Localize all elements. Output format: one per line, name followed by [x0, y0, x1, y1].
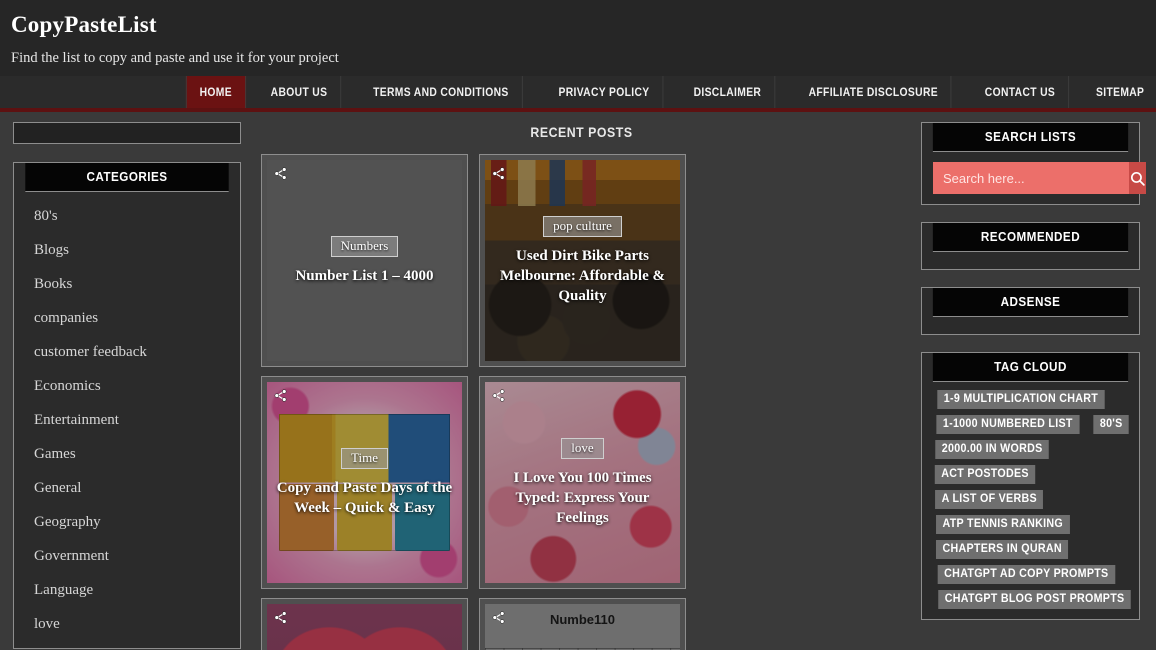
- search-lists-title: SEARCH LISTS: [932, 123, 1129, 152]
- adsense-body: [922, 317, 1139, 334]
- main-navigation: HOME ABOUT US TERMS AND CONDITIONS PRIVACY …: [0, 76, 1156, 112]
- thumbnail-overlay: [485, 604, 680, 650]
- site-title: CopyPasteList: [11, 12, 157, 37]
- sidebar-search-input[interactable]: [13, 122, 241, 144]
- thumbnail-overlay: [267, 604, 462, 650]
- post-card[interactable]: love I Love You 100 Times Typed: Express …: [479, 376, 686, 589]
- nav-item-terms-and-conditions[interactable]: TERMS AND CONDITIONS: [361, 76, 523, 108]
- left-sidebar: CATEGORIES 80's Blogs Books companies custom…: [0, 112, 253, 649]
- tag-cloud-title: TAG CLOUD: [932, 353, 1129, 382]
- share-icon[interactable]: [273, 166, 288, 181]
- post-grid: Numbers Number List 1 – 4000 pop culture Us…: [261, 154, 902, 650]
- nav-item-privacy-policy[interactable]: PRIVACY POLICY: [546, 76, 664, 108]
- search-icon: [1130, 171, 1145, 186]
- post-card[interactable]: loveI Love You 1000 Times Copy and Paste…: [261, 598, 468, 650]
- nav-item-affiliate-disclosure[interactable]: AFFILIATE DISCLOSURE: [795, 76, 952, 108]
- post-title[interactable]: Used Dirt Bike Parts Melbourne: Affordab…: [491, 246, 674, 306]
- tag-chip[interactable]: ACT POSTODES: [934, 465, 1036, 484]
- share-icon[interactable]: [273, 388, 288, 403]
- category-item[interactable]: 80's: [34, 200, 240, 234]
- tag-chip[interactable]: 1-9 MULTIPLICATION CHART: [937, 390, 1105, 409]
- nav-item-about-us[interactable]: ABOUT US: [257, 76, 341, 108]
- share-icon[interactable]: [491, 388, 506, 403]
- post-title[interactable]: Copy and Paste Days of the Week – Quick …: [273, 478, 456, 518]
- nav-item-home[interactable]: HOME: [185, 76, 246, 108]
- category-item[interactable]: Entertainment: [34, 404, 240, 438]
- category-item[interactable]: love: [34, 608, 240, 642]
- recommended-body: [922, 252, 1139, 269]
- nav-item-sitemap[interactable]: SITEMAP: [1083, 76, 1156, 108]
- post-card[interactable]: Numbers Number List 1 – 4000: [261, 154, 468, 367]
- right-sidebar: SEARCH LISTS RECOMMENDED: [910, 112, 1156, 626]
- recommended-widget: RECOMMENDED: [921, 222, 1140, 270]
- category-item[interactable]: Games: [34, 438, 240, 472]
- search-form: [933, 162, 1146, 194]
- post-card-body: pop culture Used Dirt Bike Parts Melbourn…: [485, 215, 680, 306]
- post-title[interactable]: Number List 1 – 4000: [273, 266, 456, 286]
- category-item[interactable]: Economics: [34, 370, 240, 404]
- tag-chip[interactable]: 80'S: [1092, 415, 1129, 434]
- post-card-body: Numbers Number List 1 – 4000: [267, 235, 462, 286]
- adsense-widget: ADSENSE: [921, 287, 1140, 335]
- category-item[interactable]: Government: [34, 540, 240, 574]
- categories-widget-title: CATEGORIES: [25, 163, 229, 192]
- share-icon[interactable]: [273, 610, 288, 625]
- post-category-chip[interactable]: love: [561, 437, 604, 459]
- category-item[interactable]: Geography: [34, 506, 240, 540]
- post-card[interactable]: pop culture Used Dirt Bike Parts Melbourn…: [479, 154, 686, 367]
- tag-chip[interactable]: A LIST OF VERBS: [935, 490, 1044, 509]
- category-item[interactable]: customer feedback: [34, 336, 240, 370]
- page-content: CATEGORIES 80's Blogs Books companies custom…: [0, 112, 1156, 650]
- tag-cloud-widget: TAG CLOUD 1-9 MULTIPLICATION CHART 1-1000…: [921, 352, 1140, 620]
- categories-widget: CATEGORIES 80's Blogs Books companies custom…: [13, 162, 241, 649]
- tag-cloud-list: 1-9 MULTIPLICATION CHART 1-1000 NUMBERED …: [922, 382, 1139, 619]
- share-icon[interactable]: [491, 610, 506, 625]
- post-category-chip[interactable]: Numbers: [330, 235, 399, 257]
- category-item[interactable]: companies: [34, 302, 240, 336]
- search-submit-button[interactable]: [1129, 162, 1146, 194]
- category-item[interactable]: Language: [34, 574, 240, 608]
- tag-chip[interactable]: 2000.00 IN WORDS: [935, 440, 1050, 459]
- adsense-title: ADSENSE: [932, 288, 1129, 317]
- post-category-chip[interactable]: pop culture: [543, 215, 622, 237]
- search-input[interactable]: [933, 162, 1129, 194]
- share-icon[interactable]: [491, 166, 506, 181]
- page-title: RECENT POSTS: [530, 124, 633, 140]
- recommended-title: RECOMMENDED: [932, 223, 1129, 252]
- post-title[interactable]: I Love You 100 Times Typed: Express Your…: [491, 468, 674, 528]
- tag-chip[interactable]: CHATGPT BLOG POST PROMPTS: [938, 590, 1131, 609]
- tag-chip[interactable]: ATP TENNIS RANKING: [936, 515, 1070, 534]
- tag-chip[interactable]: 1-1000 NUMBERED LIST: [936, 415, 1080, 434]
- search-lists-widget: SEARCH LISTS: [921, 122, 1146, 205]
- post-card-body: love I Love You 100 Times Typed: Express …: [485, 437, 680, 528]
- search-lists-body: [922, 152, 1146, 204]
- post-card[interactable]: Time Copy and Paste Days of the Week – Qu…: [261, 376, 468, 589]
- nav-item-contact-us[interactable]: CONTACT US: [972, 76, 1069, 108]
- category-item[interactable]: Books: [34, 268, 240, 302]
- tag-chip[interactable]: CHATGPT AD COPY PROMPTS: [937, 565, 1115, 584]
- page-root: CopyPasteList Find the list to copy and …: [0, 0, 1156, 650]
- post-category-chip[interactable]: Time: [341, 447, 388, 469]
- tag-chip[interactable]: CHAPTERS IN QURAN: [935, 540, 1069, 559]
- main-column: RECENT POSTS Numbers Number List 1 – 4000…: [253, 112, 910, 650]
- site-tagline: Find the list to copy and paste and use …: [11, 50, 339, 66]
- category-item[interactable]: General: [34, 472, 240, 506]
- post-card-body: Time Copy and Paste Days of the Week – Qu…: [267, 447, 462, 518]
- site-header: CopyPasteList Find the list to copy and …: [0, 0, 1156, 76]
- nav-item-disclaimer[interactable]: DISCLAIMER: [681, 76, 775, 108]
- post-card[interactable]: Numbe110numbers 1-100Numbers 1 to 100 Wo…: [479, 598, 686, 650]
- categories-list: 80's Blogs Books companies customer feedback…: [14, 192, 240, 648]
- category-item[interactable]: Blogs: [34, 234, 240, 268]
